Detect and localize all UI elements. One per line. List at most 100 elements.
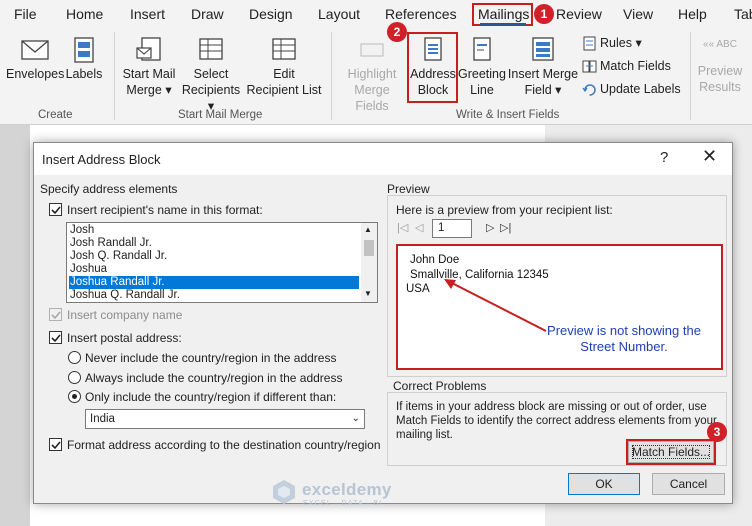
ribbon: Envelopes Labels Create Start Mail Merge … xyxy=(0,28,752,125)
format-address-checkbox[interactable] xyxy=(49,438,62,451)
match-fields-ribbon-button[interactable]: Match Fields xyxy=(582,58,671,74)
tab-draw[interactable]: Draw xyxy=(191,6,224,22)
envelope-icon xyxy=(21,40,49,60)
checkmark-icon xyxy=(51,334,61,343)
address-line: John Doe xyxy=(410,254,460,266)
tab-more[interactable]: Tab xyxy=(734,6,752,22)
tab-help[interactable]: Help xyxy=(678,6,707,22)
exceldemy-watermark: exceldemy EXCEL · DATA · BI xyxy=(270,478,391,509)
tab-design[interactable]: Design xyxy=(249,6,293,22)
scroll-up-icon[interactable]: ▲ xyxy=(364,225,372,234)
insert-name-label: Insert recipient's name in this format: xyxy=(67,203,263,217)
mail-merge-icon xyxy=(136,37,161,61)
recipients-icon xyxy=(199,38,223,60)
match-fields-icon xyxy=(582,60,597,73)
scroll-thumb[interactable] xyxy=(364,240,374,256)
radio-always-include[interactable] xyxy=(68,371,81,384)
rules-button[interactable]: Rules ▾ xyxy=(582,35,642,51)
dialog-title: Insert Address Block xyxy=(42,152,161,167)
match-fields-highlight xyxy=(626,439,716,465)
ribbon-separator xyxy=(331,32,332,120)
cancel-button[interactable]: Cancel xyxy=(652,473,725,495)
menu-bar: File Home Insert Draw Design Layout Refe… xyxy=(0,0,752,28)
insert-company-checkbox[interactable] xyxy=(49,308,62,321)
scroll-down-icon[interactable]: ▼ xyxy=(364,289,372,298)
update-labels-button[interactable]: Update Labels xyxy=(582,81,681,97)
next-record-icon[interactable]: ▷ xyxy=(486,221,494,234)
country-select-value: India xyxy=(90,413,115,425)
close-button[interactable]: ✕ xyxy=(702,146,717,167)
tab-file[interactable]: File xyxy=(14,6,37,22)
ribbon-separator xyxy=(690,32,691,120)
update-labels-icon xyxy=(582,84,596,96)
tab-layout[interactable]: Layout xyxy=(318,6,360,22)
merge-field-icon xyxy=(532,37,554,61)
group-label-create: Create xyxy=(38,109,73,121)
help-button[interactable]: ? xyxy=(660,149,668,166)
envelopes-button[interactable]: Envelopes xyxy=(6,36,64,82)
insert-company-label: Insert company name xyxy=(67,308,183,322)
edit-list-icon xyxy=(272,38,296,60)
watermark-name: exceldemy xyxy=(302,480,392,499)
list-item-selected[interactable]: Joshua Randall Jr. xyxy=(69,276,359,289)
preview-results-button[interactable]: «« ABC Preview Results xyxy=(694,38,746,95)
insert-postal-checkbox[interactable] xyxy=(49,331,62,344)
greeting-line-button[interactable]: Greeting Line xyxy=(457,36,507,98)
address-block-highlight xyxy=(407,32,458,103)
radio-never-include[interactable] xyxy=(68,351,81,364)
tab-review[interactable]: Review xyxy=(556,6,602,22)
group-label-start-mail-merge: Start Mail Merge xyxy=(178,109,263,121)
insert-name-checkbox[interactable] xyxy=(49,203,62,216)
list-item[interactable]: Joshua xyxy=(69,263,359,276)
ribbon-separator xyxy=(114,32,115,120)
labels-icon xyxy=(74,37,94,63)
preview-intro: Here is a preview from your recipient li… xyxy=(396,203,613,217)
checkmark-icon xyxy=(51,206,61,215)
labels-button[interactable]: Labels xyxy=(64,36,104,82)
format-address-label: Format address according to the destinat… xyxy=(67,438,381,452)
radio-never-label: Never include the country/region in the … xyxy=(85,351,337,365)
mailings-tab-underline xyxy=(480,23,526,25)
address-line: USA xyxy=(406,283,430,295)
list-item[interactable]: Josh Q. Randall Jr. xyxy=(69,250,359,263)
correct-problems-label: Correct Problems xyxy=(393,379,487,393)
radio-selected-dot xyxy=(72,394,77,399)
start-mail-merge-button[interactable]: Start Mail Merge ▾ xyxy=(118,36,180,98)
list-scrollbar[interactable]: ▲ ▼ xyxy=(361,223,377,302)
exceldemy-logo-icon xyxy=(273,480,295,504)
highlight-icon xyxy=(360,43,384,57)
tab-view[interactable]: View xyxy=(623,6,653,22)
radio-only-if-different[interactable] xyxy=(68,390,81,403)
checkmark-icon xyxy=(51,311,61,320)
step-badge-1: 1 xyxy=(534,4,554,24)
group-label-write-insert: Write & Insert Fields xyxy=(456,109,560,121)
checkmark-icon xyxy=(51,441,61,450)
ok-button[interactable]: OK xyxy=(568,473,640,495)
abc-icon: «« ABC xyxy=(703,39,737,50)
radio-only-label: Only include the country/region if diffe… xyxy=(85,390,337,404)
chevron-down-icon: ⌄ xyxy=(351,413,360,424)
tab-references[interactable]: References xyxy=(385,6,457,22)
list-item[interactable]: Joshua Q. Randall Jr. xyxy=(69,289,359,302)
annotation-text: Preview is not showing the Street Number. xyxy=(547,323,701,354)
tab-home[interactable]: Home xyxy=(66,6,103,22)
list-item[interactable]: Josh xyxy=(69,224,359,237)
insert-address-block-dialog: Insert Address Block ? ✕ Specify address… xyxy=(33,142,733,504)
select-recipients-button[interactable]: Select Recipients ▾ xyxy=(178,36,244,114)
insert-merge-field-button[interactable]: Insert Merge Field ▾ xyxy=(507,36,579,98)
record-number-input[interactable]: 1 xyxy=(432,219,472,238)
name-format-list[interactable]: Josh Josh Randall Jr. Josh Q. Randall Jr… xyxy=(66,222,378,303)
last-record-icon[interactable]: ▷| xyxy=(500,221,511,234)
tab-insert[interactable]: Insert xyxy=(130,6,165,22)
highlight-merge-fields-button[interactable]: Highlight Merge Fields xyxy=(336,36,408,114)
country-select[interactable]: India ⌄ xyxy=(85,409,365,429)
step-badge-2: 2 xyxy=(387,22,407,42)
greeting-line-icon xyxy=(473,37,491,61)
rules-icon xyxy=(583,36,596,51)
radio-always-label: Always include the country/region in the… xyxy=(85,371,343,385)
first-record-icon[interactable]: |◁ xyxy=(397,221,408,234)
insert-postal-label: Insert postal address: xyxy=(67,331,182,345)
edit-recipient-list-button[interactable]: Edit Recipient List xyxy=(245,36,323,98)
prev-record-icon[interactable]: ◁ xyxy=(415,221,423,234)
list-item[interactable]: Josh Randall Jr. xyxy=(69,237,359,250)
